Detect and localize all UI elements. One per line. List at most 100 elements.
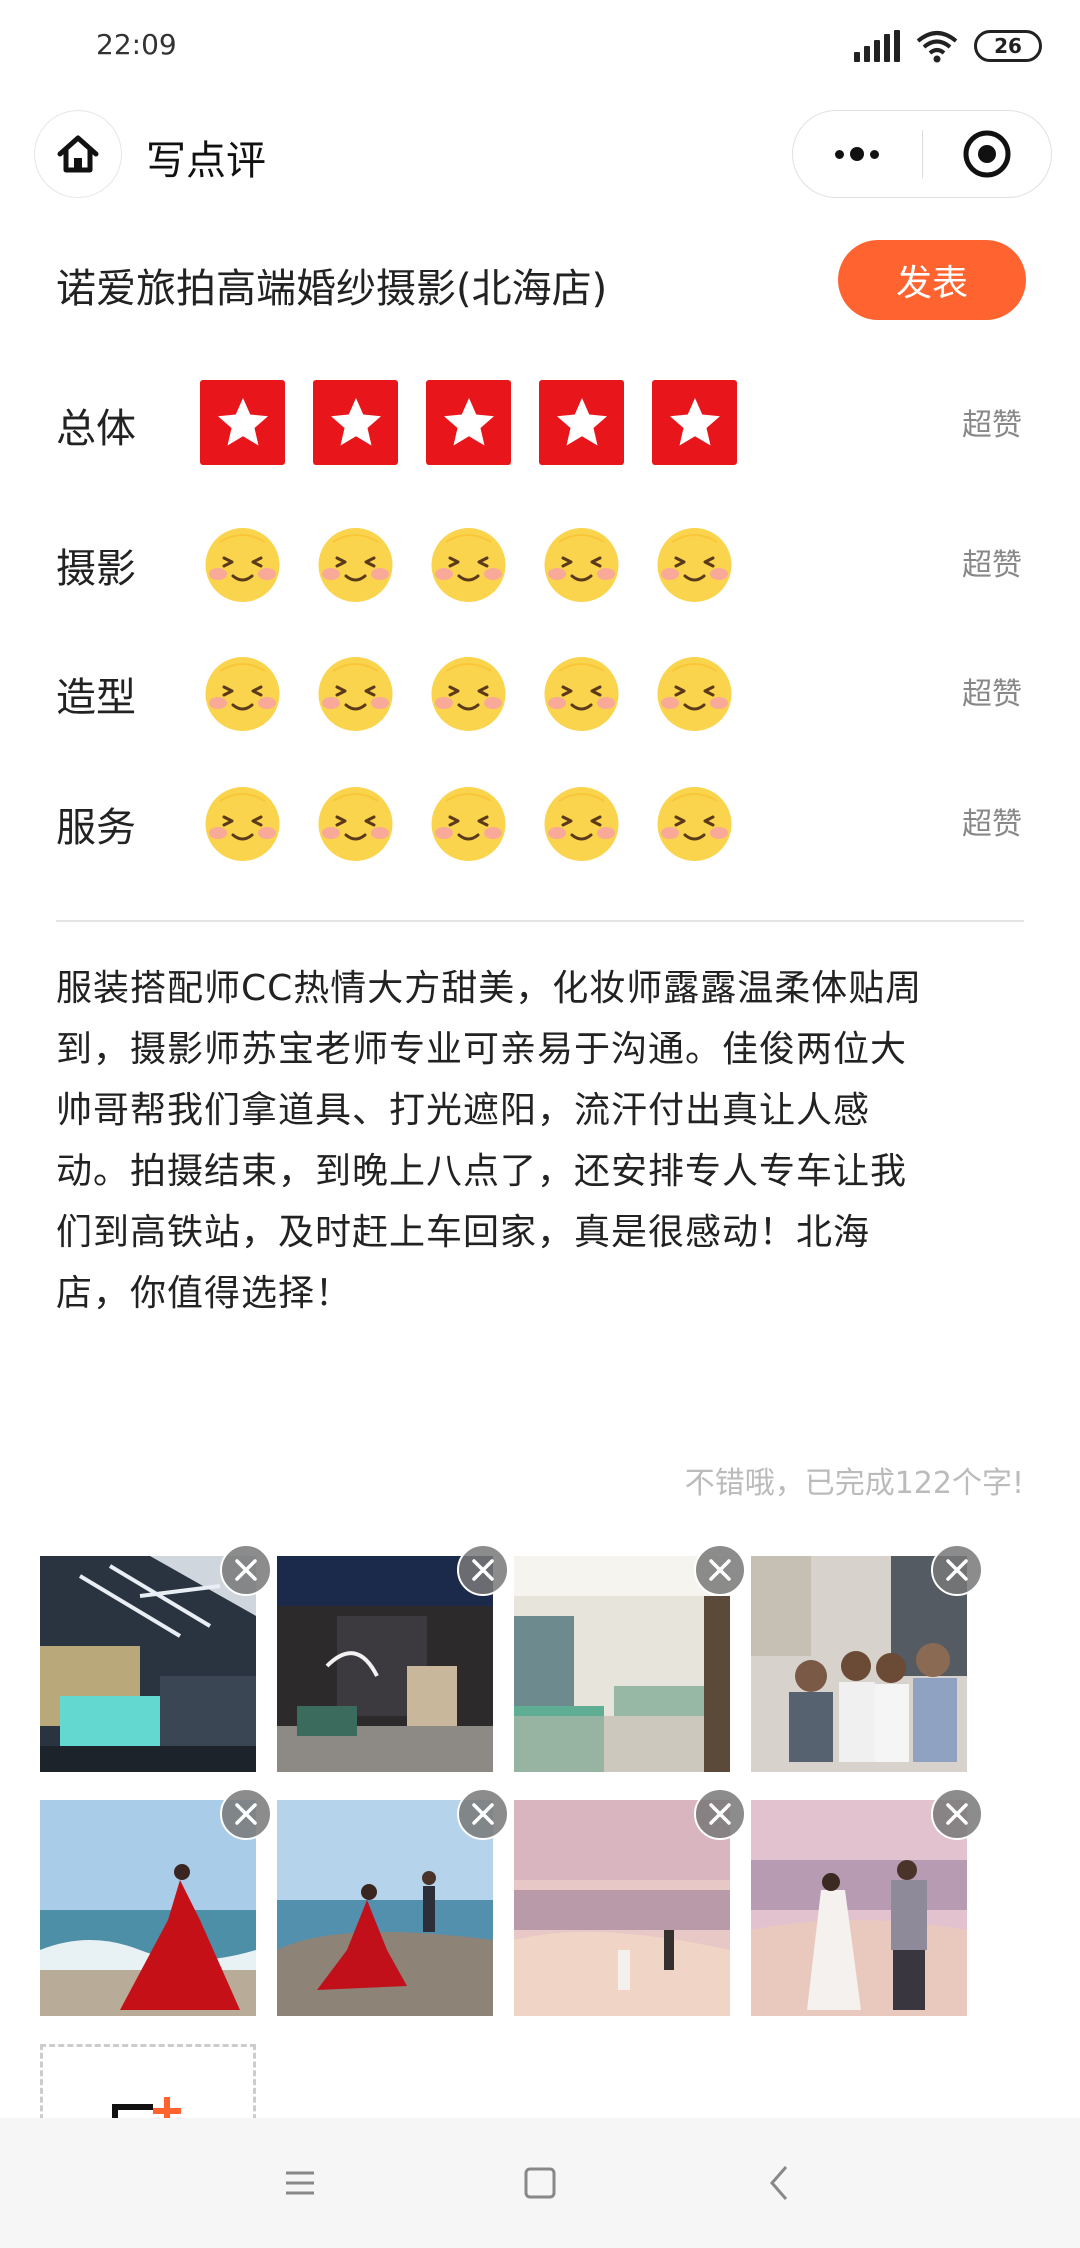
- smile-face-icon[interactable]: [652, 520, 737, 609]
- close-icon: [709, 1559, 731, 1581]
- home-nav-button[interactable]: [500, 2143, 580, 2223]
- close-icon: [709, 1803, 731, 1825]
- delete-photo-button[interactable]: [931, 1544, 983, 1596]
- star-icon[interactable]: [539, 380, 624, 465]
- rating-desc: 超赞: [962, 548, 1022, 583]
- face-rating: [200, 779, 737, 868]
- review-line: 到，摄影师苏宝老师专业可亲易于沟通。佳俊两位大: [56, 1029, 908, 1070]
- rating-label: 总体: [56, 406, 136, 452]
- menu-nav-button[interactable]: [260, 2143, 340, 2223]
- photo-thumbnail[interactable]: [277, 1788, 509, 2016]
- smile-face-icon[interactable]: [200, 649, 285, 738]
- smile-face-icon[interactable]: [652, 649, 737, 738]
- square-icon: [524, 2167, 556, 2199]
- review-line: 动。拍摄结束，到晚上八点了，还安排专人专车让我: [56, 1151, 908, 1192]
- star-icon[interactable]: [200, 380, 285, 465]
- delete-photo-button[interactable]: [457, 1544, 509, 1596]
- home-icon: [57, 135, 99, 173]
- smile-face-icon[interactable]: [652, 779, 737, 868]
- back-nav-button[interactable]: [740, 2143, 820, 2223]
- divider: [56, 920, 1024, 922]
- close-icon: [472, 1559, 494, 1581]
- back-icon: [770, 2166, 788, 2200]
- nav-header: 写点评: [0, 92, 1080, 216]
- couple-photo: [751, 1800, 967, 2016]
- review-line: 店，你值得选择！: [56, 1273, 353, 1314]
- smile-face-icon[interactable]: [313, 779, 398, 868]
- smile-face-icon[interactable]: [426, 649, 511, 738]
- delete-photo-button[interactable]: [457, 1788, 509, 1840]
- photo-thumbnail[interactable]: [751, 1544, 983, 1772]
- group-photo: [751, 1556, 967, 1772]
- close-icon: [472, 1803, 494, 1825]
- rating-label: 造型: [56, 675, 136, 721]
- lounge-photo: [514, 1556, 730, 1772]
- close-icon: [235, 1803, 257, 1825]
- lobby-photo: [40, 1556, 256, 1772]
- signal-icon: [854, 30, 900, 62]
- delete-photo-button[interactable]: [694, 1788, 746, 1840]
- more-button[interactable]: [793, 111, 922, 197]
- menu-icon: [286, 2171, 314, 2195]
- photo-thumbnail[interactable]: [514, 1544, 746, 1772]
- review-textarea[interactable]: 服装搭配师CC热情大方甜美，化妆师露露温柔体贴周 到，摄影师苏宝老师专业可亲易于…: [56, 958, 1024, 1324]
- shop-name: 诺爱旅拍高端婚纱摄影(北海店): [56, 266, 608, 312]
- star-icon[interactable]: [313, 380, 398, 465]
- photo-thumbnail[interactable]: [40, 1544, 272, 1772]
- rating-desc: 超赞: [962, 677, 1022, 712]
- rating-desc: 超赞: [962, 807, 1022, 842]
- mini-program-capsule: [792, 110, 1052, 198]
- review-line: 们到高铁站，及时赶上车回家，真是很感动！北海: [56, 1212, 871, 1253]
- shop-row: 诺爱旅拍高端婚纱摄影(北海店) 发表: [0, 230, 1080, 330]
- close-icon: [235, 1559, 257, 1581]
- delete-photo-button[interactable]: [931, 1788, 983, 1840]
- more-dots-icon: [835, 147, 880, 161]
- system-nav-bar: [0, 2118, 1080, 2248]
- rating-label: 摄影: [56, 546, 136, 592]
- rating-row-service: 服务 超赞: [0, 767, 1080, 867]
- face-rating: [200, 520, 737, 609]
- star-icon[interactable]: [426, 380, 511, 465]
- delete-photo-button[interactable]: [220, 1544, 272, 1596]
- status-bar: 22:09 26: [0, 0, 1080, 92]
- publish-button[interactable]: 发表: [838, 240, 1026, 320]
- smile-face-icon[interactable]: [313, 649, 398, 738]
- photo-thumbnail[interactable]: [751, 1788, 983, 2016]
- target-close-icon: [963, 130, 1011, 178]
- rocks-photo: [277, 1800, 493, 2016]
- photo-thumbnail[interactable]: [277, 1544, 509, 1772]
- review-line: 服装搭配师CC热情大方甜美，化妆师露露温柔体贴周: [56, 968, 923, 1009]
- entrance-photo: [277, 1556, 493, 1772]
- battery-indicator: 26: [974, 30, 1042, 62]
- smile-face-icon[interactable]: [539, 779, 624, 868]
- rating-desc: 超赞: [962, 408, 1022, 443]
- wifi-icon: [916, 31, 958, 63]
- close-mini-program-button[interactable]: [923, 111, 1052, 197]
- rating-row-overall: 总体 超赞: [0, 368, 1080, 468]
- smile-face-icon[interactable]: [539, 649, 624, 738]
- page-title: 写点评: [146, 138, 266, 184]
- rating-row-styling: 造型 超赞: [0, 637, 1080, 737]
- delete-photo-button[interactable]: [694, 1544, 746, 1596]
- smile-face-icon[interactable]: [426, 520, 511, 609]
- smile-face-icon[interactable]: [539, 520, 624, 609]
- close-icon: [946, 1559, 968, 1581]
- status-time: 22:09: [96, 28, 177, 61]
- smile-face-icon[interactable]: [200, 779, 285, 868]
- photo-thumbnail[interactable]: [40, 1788, 272, 2016]
- char-count: 不错哦，已完成122个字!: [684, 1466, 1024, 1501]
- rating-row-photography: 摄影 超赞: [0, 508, 1080, 608]
- sunset-photo: [514, 1800, 730, 2016]
- status-icons: 26: [854, 26, 1042, 66]
- smile-face-icon[interactable]: [426, 779, 511, 868]
- face-rating: [200, 649, 737, 738]
- close-icon: [946, 1803, 968, 1825]
- beach-photo: [40, 1800, 256, 2016]
- photo-thumbnail[interactable]: [514, 1788, 746, 2016]
- smile-face-icon[interactable]: [200, 520, 285, 609]
- star-icon[interactable]: [652, 380, 737, 465]
- home-button[interactable]: [34, 110, 122, 198]
- delete-photo-button[interactable]: [220, 1788, 272, 1840]
- star-rating: [200, 380, 737, 465]
- smile-face-icon[interactable]: [313, 520, 398, 609]
